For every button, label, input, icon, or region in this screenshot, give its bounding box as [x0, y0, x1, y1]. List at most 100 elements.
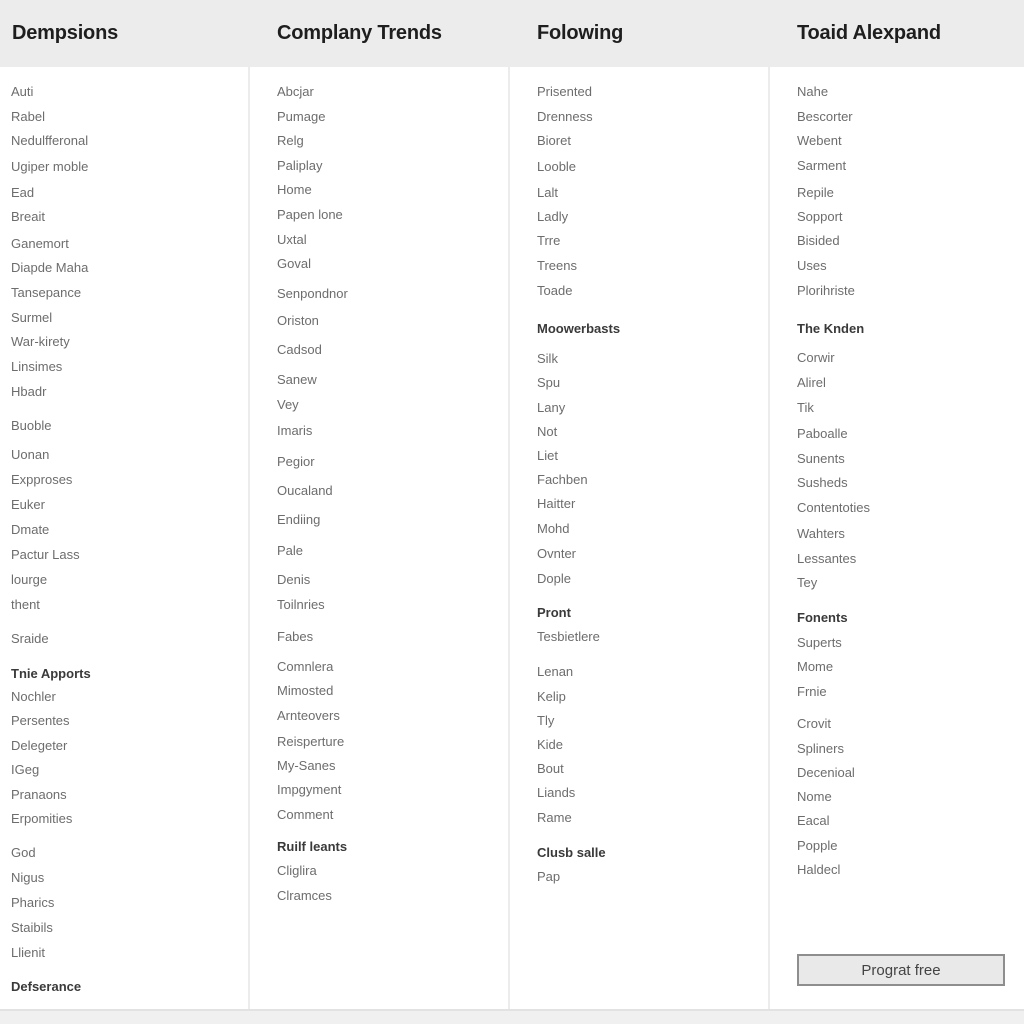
menu-item[interactable]: Nedulfferonal	[11, 133, 88, 149]
menu-item[interactable]: Decenioal	[797, 765, 855, 781]
menu-item[interactable]: Susheds	[797, 475, 848, 491]
menu-item[interactable]: Lenan	[537, 664, 573, 680]
menu-item[interactable]: Sarment	[797, 158, 846, 174]
menu-item[interactable]: My-Sanes	[277, 758, 336, 774]
menu-item[interactable]: Paliplay	[277, 158, 323, 174]
menu-item[interactable]: Sraide	[11, 631, 49, 647]
menu-item[interactable]: Goval	[277, 256, 311, 272]
menu-item[interactable]: Senpondnor	[277, 286, 348, 302]
menu-item[interactable]: Cliglira	[277, 863, 317, 879]
menu-item[interactable]: Pharics	[11, 895, 54, 911]
menu-item[interactable]: Webent	[797, 133, 842, 149]
menu-item[interactable]: Tly	[537, 713, 554, 729]
menu-item[interactable]: IGeg	[11, 762, 39, 778]
prograt-free-button[interactable]: Prograt free	[797, 954, 1005, 986]
menu-item[interactable]: Uonan	[11, 447, 49, 463]
menu-item[interactable]: Oucaland	[277, 483, 333, 499]
menu-item[interactable]: Pranaons	[11, 787, 67, 803]
menu-item[interactable]: Linsimes	[11, 359, 62, 375]
menu-item[interactable]: Treens	[537, 258, 577, 274]
menu-item[interactable]: Tesbietlere	[537, 629, 600, 645]
menu-item[interactable]: Home	[277, 182, 312, 198]
menu-item[interactable]: Wahters	[797, 526, 845, 542]
menu-item[interactable]: Silk	[537, 351, 558, 367]
menu-item[interactable]: Surmel	[11, 310, 52, 326]
menu-item[interactable]: Frnie	[797, 684, 827, 700]
menu-item[interactable]: Liands	[537, 785, 575, 801]
menu-item[interactable]: Staibils	[11, 920, 53, 936]
menu-item[interactable]: Pactur Lass	[11, 547, 80, 563]
menu-item[interactable]: Tik	[797, 400, 814, 416]
menu-item[interactable]: Bioret	[537, 133, 571, 149]
menu-item[interactable]: Dople	[537, 571, 571, 587]
menu-item[interactable]: Breait	[11, 209, 45, 225]
menu-item[interactable]: Toade	[537, 283, 572, 299]
menu-item[interactable]: Nahe	[797, 84, 828, 100]
menu-item[interactable]: Oriston	[277, 313, 319, 329]
menu-item[interactable]: War-kirety	[11, 334, 70, 350]
menu-item[interactable]: Rabel	[11, 109, 45, 125]
menu-item[interactable]: Pumage	[277, 109, 325, 125]
menu-item[interactable]: Toilnries	[277, 597, 325, 613]
menu-item[interactable]: thent	[11, 597, 40, 613]
menu-item[interactable]: Clramces	[277, 888, 332, 904]
menu-item[interactable]: Corwir	[797, 350, 835, 366]
menu-item[interactable]: Expproses	[11, 472, 72, 488]
menu-item[interactable]: Repile	[797, 185, 834, 201]
menu-item[interactable]: Lany	[537, 400, 565, 416]
menu-item[interactable]: Mohd	[537, 521, 570, 537]
menu-item[interactable]: Looble	[537, 159, 576, 175]
menu-item[interactable]: Auti	[11, 84, 33, 100]
menu-item[interactable]: Reisperture	[277, 734, 344, 750]
menu-item[interactable]: Cadsod	[277, 342, 322, 358]
menu-item[interactable]: Comment	[277, 807, 333, 823]
menu-item[interactable]: Sopport	[797, 209, 843, 225]
menu-item[interactable]: Relg	[277, 133, 304, 149]
menu-item[interactable]: Paboalle	[797, 426, 848, 442]
menu-item[interactable]: Arnteovers	[277, 708, 340, 724]
menu-item[interactable]: Popple	[797, 838, 837, 854]
menu-item[interactable]: Euker	[11, 497, 45, 513]
menu-item[interactable]: Sunents	[797, 451, 845, 467]
menu-item[interactable]: Nochler	[11, 689, 56, 705]
menu-item[interactable]: Spu	[537, 375, 560, 391]
menu-item[interactable]: Hbadr	[11, 384, 46, 400]
menu-item[interactable]: Contentoties	[797, 500, 870, 516]
menu-item[interactable]: Fabes	[277, 629, 313, 645]
menu-item[interactable]: Uses	[797, 258, 827, 274]
menu-item[interactable]: Plorihriste	[797, 283, 855, 299]
menu-item[interactable]: Ovnter	[537, 546, 576, 562]
menu-item[interactable]: Buoble	[11, 418, 51, 434]
menu-item[interactable]: Eacal	[797, 813, 830, 829]
menu-item[interactable]: God	[11, 845, 36, 861]
menu-item[interactable]: Kide	[537, 737, 563, 753]
menu-item[interactable]: Abcjar	[277, 84, 314, 100]
menu-item[interactable]: Erpomities	[11, 811, 72, 827]
menu-item[interactable]: Persentes	[11, 713, 70, 729]
menu-item[interactable]: Bescorter	[797, 109, 853, 125]
menu-item[interactable]: Uxtal	[277, 232, 307, 248]
menu-item[interactable]: Vey	[277, 397, 299, 413]
menu-item[interactable]: Pegior	[277, 454, 315, 470]
menu-item[interactable]: Denis	[277, 572, 310, 588]
menu-item[interactable]: Haitter	[537, 496, 575, 512]
menu-item[interactable]: Pale	[277, 543, 303, 559]
menu-item[interactable]: Comnlera	[277, 659, 333, 675]
menu-item[interactable]: Rame	[537, 810, 572, 826]
menu-item[interactable]: Endiing	[277, 512, 320, 528]
menu-item[interactable]: Mimosted	[277, 683, 333, 699]
menu-item[interactable]: Dmate	[11, 522, 49, 538]
menu-item[interactable]: Fachben	[537, 472, 588, 488]
menu-item[interactable]: Superts	[797, 635, 842, 651]
menu-item[interactable]: Llienit	[11, 945, 45, 961]
menu-item[interactable]: Kelip	[537, 689, 566, 705]
menu-item[interactable]: Crovit	[797, 716, 831, 732]
menu-item[interactable]: Prisented	[537, 84, 592, 100]
menu-item[interactable]: Nome	[797, 789, 832, 805]
menu-item[interactable]: Not	[537, 424, 557, 440]
menu-item[interactable]: Lalt	[537, 185, 558, 201]
menu-item[interactable]: Papen lone	[277, 207, 343, 223]
menu-item[interactable]: Imaris	[277, 423, 312, 439]
menu-item[interactable]: Lessantes	[797, 551, 856, 567]
menu-item[interactable]: Mome	[797, 659, 833, 675]
